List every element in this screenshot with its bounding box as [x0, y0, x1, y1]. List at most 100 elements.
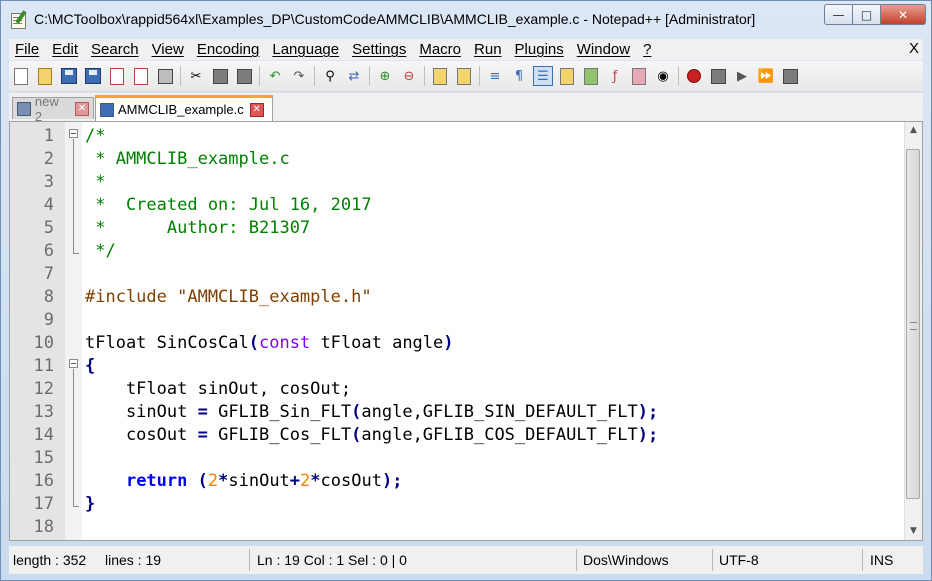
function-list-icon[interactable]: ƒ	[606, 67, 624, 85]
toolbar-separator	[259, 66, 260, 86]
menu-edit[interactable]: Edit	[46, 41, 85, 58]
save-icon[interactable]	[60, 67, 78, 85]
save-macro-icon[interactable]	[781, 67, 799, 85]
new-file-icon[interactable]	[12, 67, 30, 85]
show-all-chars-icon[interactable]: ¶	[510, 67, 528, 85]
zoom-out-icon[interactable]: ⊖	[400, 67, 418, 85]
line-number: 5	[43, 218, 54, 238]
stop-macro-icon[interactable]	[709, 67, 727, 85]
toolbar-separator	[180, 66, 181, 86]
menu-settings[interactable]: Settings	[346, 41, 413, 58]
code-line[interactable]: 4 * Created on: Jul 16, 2017	[10, 194, 900, 217]
replace-icon[interactable]: ⇄	[345, 67, 363, 85]
play-macro-icon[interactable]: ▶	[733, 67, 751, 85]
open-file-icon[interactable]	[36, 67, 54, 85]
menu-run[interactable]: Run	[468, 41, 509, 58]
record-macro-icon[interactable]	[685, 67, 703, 85]
maximize-button[interactable]: □	[852, 4, 880, 25]
scroll-down-icon[interactable]: ▼	[905, 523, 922, 540]
code-line[interactable]: 1 /*	[10, 125, 900, 148]
notepadpp-window: C:\MCToolbox\rappid564xl\Examples_DP\Cus…	[0, 0, 932, 581]
code-line[interactable]: 15	[10, 447, 900, 470]
code-line[interactable]: 17}	[10, 493, 900, 516]
menu-plugins[interactable]: Plugins	[509, 41, 571, 58]
code-token: 2	[207, 471, 219, 491]
code-line[interactable]: 18	[10, 516, 900, 539]
menu-language[interactable]: Language	[266, 41, 346, 58]
line-number: 16	[33, 471, 54, 491]
code-line[interactable]: 10 tFloat SinCosCal(const tFloat angle)	[10, 332, 900, 355]
menu-help[interactable]: ?	[637, 41, 658, 58]
folder-icon[interactable]	[630, 67, 648, 85]
line-number: 1	[43, 126, 54, 146]
redo-icon[interactable]: ↷	[290, 67, 308, 85]
indent-guide-icon[interactable]: ☰	[533, 66, 553, 86]
code-token: }	[85, 494, 96, 514]
vertical-scrollbar[interactable]: ▲ ▼	[904, 122, 922, 540]
close-button[interactable]: ✕	[880, 4, 926, 25]
menu-macro[interactable]: Macro	[413, 41, 468, 58]
undo-icon[interactable]: ↶	[266, 67, 284, 85]
zoom-in-icon[interactable]: ⊕	[376, 67, 394, 85]
scroll-up-icon[interactable]: ▲	[905, 122, 922, 139]
tab-close-icon[interactable]: ✕	[249, 102, 264, 117]
save-all-icon[interactable]	[84, 67, 102, 85]
code-token: angle,GFLIB_COS_DEFAULT_FLT	[361, 425, 638, 445]
copy-icon[interactable]	[211, 67, 229, 85]
notepad-app-icon[interactable]	[10, 10, 28, 29]
line-number: 3	[43, 172, 54, 192]
map-icon[interactable]	[582, 67, 600, 85]
tab-new-2[interactable]: new 2 ✕	[12, 94, 94, 124]
code-line[interactable]: 2 * AMMCLIB_example.c	[10, 148, 900, 171]
language-icon[interactable]	[558, 67, 576, 85]
code-token: (	[197, 471, 208, 491]
code-token: cosOut	[320, 471, 382, 491]
code-line[interactable]: 11 {	[10, 355, 900, 378]
code-token: =	[197, 402, 208, 422]
status-length: length : 352	[13, 552, 87, 568]
fold-collapse-icon[interactable]	[69, 359, 78, 368]
sync-horizontal-icon[interactable]	[455, 67, 473, 85]
fold-collapse-icon[interactable]	[69, 129, 78, 138]
code-line[interactable]: 12 tFloat sinOut, cosOut;	[10, 378, 900, 401]
code-line[interactable]: 7	[10, 263, 900, 286]
code-token: angle,GFLIB_SIN_DEFAULT_FLT	[361, 402, 638, 422]
code-line[interactable]: 5 * Author: B21307	[10, 217, 900, 240]
code-text: /*	[85, 125, 105, 148]
scroll-grip	[910, 322, 917, 330]
code-token: * Author: B21307	[85, 218, 311, 238]
print-icon[interactable]	[156, 67, 174, 85]
find-icon[interactable]: ⚲	[321, 67, 339, 85]
sync-vertical-icon[interactable]	[431, 67, 449, 85]
toolbar: ✂ ↶ ↷ ⚲ ⇄ ⊕ ⊖ ≡ ¶ ☰ ƒ ◉ ▶ ⏩	[9, 61, 923, 92]
file-icon	[17, 101, 31, 116]
paste-icon[interactable]	[235, 67, 253, 85]
code-line[interactable]: 3 *	[10, 171, 900, 194]
code-line[interactable]: 8 #include "AMMCLIB_example.h"	[10, 286, 900, 309]
scroll-thumb[interactable]	[906, 149, 920, 499]
menu-window[interactable]: Window	[571, 41, 637, 58]
minimize-button[interactable]: —	[824, 4, 852, 25]
tab-ammclib-example[interactable]: AMMCLIB_example.c ✕	[95, 95, 273, 121]
code-line[interactable]: 14 cosOut = GFLIB_Cos_FLT(angle,GFLIB_CO…	[10, 424, 900, 447]
menu-view[interactable]: View	[146, 41, 191, 58]
close-document-button[interactable]: X	[909, 40, 919, 57]
word-wrap-icon[interactable]: ≡	[486, 67, 504, 85]
tab-close-icon[interactable]: ✕	[75, 101, 89, 116]
code-line[interactable]: 13 sinOut = GFLIB_Sin_FLT(angle,GFLIB_SI…	[10, 401, 900, 424]
menu-file[interactable]: File	[9, 41, 46, 58]
menu-encoding[interactable]: Encoding	[191, 41, 267, 58]
code-editor[interactable]: 1 /* 2 * AMMCLIB_example.c 3 * 4 * Created o…	[9, 121, 923, 541]
status-insert-mode: INS	[870, 552, 894, 568]
code-line[interactable]: 16 return (2*sinOut+2*cosOut);	[10, 470, 900, 493]
monitor-eye-icon[interactable]: ◉	[654, 67, 672, 85]
cut-icon[interactable]: ✂	[187, 67, 205, 85]
close-all-icon[interactable]	[132, 67, 150, 85]
run-multiple-macro-icon[interactable]: ⏩	[757, 67, 775, 85]
menu-search[interactable]: Search	[85, 41, 146, 58]
code-line[interactable]: 9	[10, 309, 900, 332]
code-text: *	[85, 171, 105, 194]
title-bar[interactable]: C:\MCToolbox\rappid564xl\Examples_DP\Cus…	[1, 1, 931, 37]
close-file-icon[interactable]	[108, 67, 126, 85]
code-line[interactable]: 6 */	[10, 240, 900, 263]
